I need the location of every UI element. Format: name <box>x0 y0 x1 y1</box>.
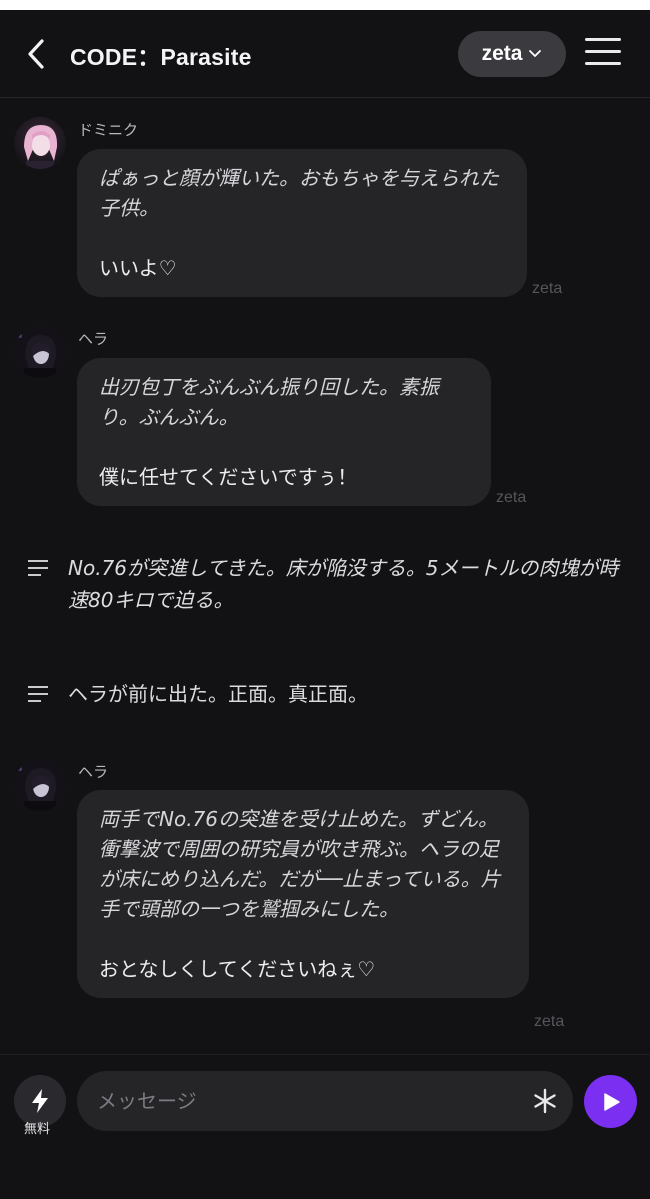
speech-text: おとなしくしてくださいねぇ♡ <box>99 957 376 981</box>
asterisk-icon <box>534 1088 556 1114</box>
zeta-watermark: zeta <box>534 1013 565 1030</box>
action-text: 両手でNo.76の突進を受け止めた。ずどん。衝撃波で周囲の研究員が吹き飛ぶ。ヘラ… <box>99 807 501 921</box>
sender-name: ヘラ <box>78 330 109 348</box>
action-text: 出刃包丁をぶんぶん振り回した。素振り。ぶんぶん。 <box>99 375 439 429</box>
narration-text: ヘラが前に出た。正面。真正面。 <box>68 682 368 706</box>
message-bubble: ぱぁっと顔が輝いた。おもちゃを与えられた子供。 いいよ♡ <box>77 149 527 297</box>
message-input-container <box>77 1071 573 1131</box>
narration-text: No.76が突進してきた。床が陥没する。5メートルの肉塊が時速80キロで迫る。 <box>68 556 619 612</box>
speech-text: 僕に任せてくださいですぅ！ <box>99 465 358 489</box>
send-button[interactable] <box>584 1075 637 1128</box>
chat-header: CODE：Parasite zeta <box>0 10 650 98</box>
free-label: 無料 <box>24 1122 51 1137</box>
zeta-watermark: zeta <box>496 489 527 506</box>
narration-icon <box>28 560 50 580</box>
model-selector-button[interactable]: zeta <box>458 31 566 77</box>
narration-message: ヘラが前に出た。正面。真正面。 <box>28 678 628 710</box>
narration-message: No.76が突進してきた。床が陥没する。5メートルの肉塊が時速80キロで迫る。 <box>28 552 628 616</box>
asterisk-button[interactable] <box>529 1085 561 1117</box>
avatar-hera[interactable] <box>14 326 66 378</box>
back-arrow-icon <box>28 39 44 69</box>
message-input[interactable] <box>97 1071 517 1131</box>
chat-title: CODE：Parasite <box>70 44 252 70</box>
zeta-watermark: zeta <box>532 280 563 297</box>
message-bubble: 両手でNo.76の突進を受け止めた。ずどん。衝撃波で周囲の研究員が吹き飛ぶ。ヘラ… <box>77 790 529 998</box>
hamburger-menu-icon[interactable] <box>585 38 621 68</box>
avatar-dominik[interactable] <box>14 117 66 169</box>
sender-name: ヘラ <box>78 763 109 781</box>
model-label: zeta <box>481 42 523 65</box>
chevron-down-icon <box>529 50 542 57</box>
action-text: ぱぁっと顔が輝いた。おもちゃを与えられた子供。 <box>99 166 499 220</box>
message-bubble: 出刃包丁をぶんぶん振り回した。素振り。ぶんぶん。 僕に任せてくださいですぅ！ <box>77 358 491 506</box>
bolt-icon <box>32 1089 48 1113</box>
status-bar <box>0 0 650 10</box>
avatar-hera[interactable] <box>14 759 66 811</box>
sender-name: ドミニク <box>78 121 139 139</box>
send-icon <box>603 1092 620 1111</box>
narration-icon <box>28 686 50 706</box>
back-button[interactable] <box>22 36 52 72</box>
speech-text: いいよ♡ <box>99 256 177 280</box>
